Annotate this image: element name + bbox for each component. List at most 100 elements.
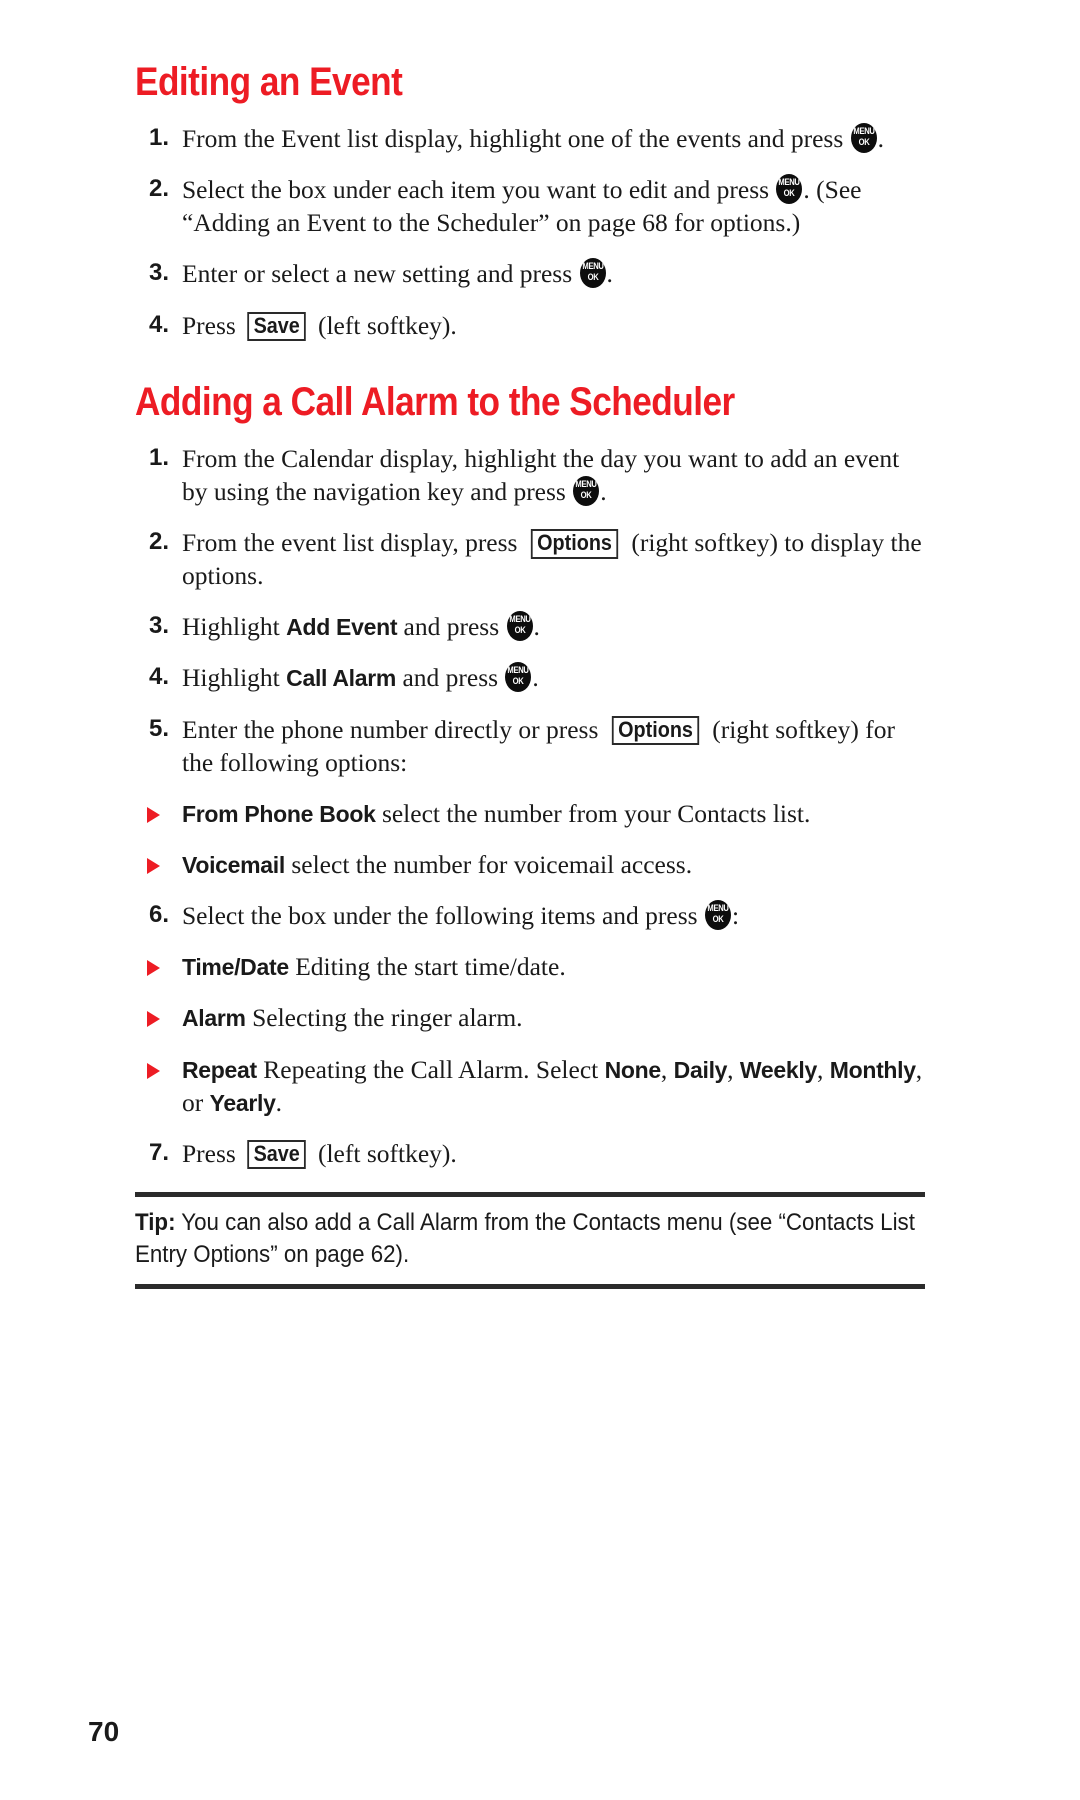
step-item: 1. From the Calendar display, highlight t… xyxy=(135,442,925,508)
step-number: 2. xyxy=(149,175,170,203)
body-text: , xyxy=(660,1054,674,1084)
bullet-item: Alarm Selecting the ringer alarm. xyxy=(135,1001,925,1034)
step-text: From the Event list display, highlight o… xyxy=(182,123,884,153)
body-text: . xyxy=(877,124,884,153)
ui-term: Add Event xyxy=(286,614,398,641)
menu-ok-key-icon: MENU OK xyxy=(776,174,803,205)
menu-ok-key-icon: MENU OK xyxy=(850,123,877,153)
menu-ok-key-line1: MENU xyxy=(581,261,604,272)
body-text: From the Event list display, highlight o… xyxy=(182,124,850,153)
menu-ok-key-line2: OK xyxy=(587,272,598,283)
bullet-list-phone-number-options: From Phone Book select the number from y… xyxy=(135,797,925,881)
body-text: and press xyxy=(397,612,506,642)
step-number: 4. xyxy=(149,663,170,691)
softkey-save-button[interactable]: Save xyxy=(247,1139,307,1170)
menu-ok-key-line2: OK xyxy=(514,625,525,636)
tip-bottom-rule xyxy=(135,1283,925,1289)
step-number: 3. xyxy=(149,612,170,640)
steps-list-step-seven: 7. Press Save (left softkey). xyxy=(135,1137,925,1170)
step-number: 5. xyxy=(149,714,170,742)
bullet-text: From Phone Book select the number from y… xyxy=(182,799,810,828)
triangle-right-icon xyxy=(147,1011,160,1028)
tip-body: Tip: You can also add a Call Alarm from … xyxy=(135,1197,921,1274)
step-text: From the event list display, press Optio… xyxy=(182,528,922,590)
step-number: 7. xyxy=(149,1138,170,1166)
softkey-save-button[interactable]: Save xyxy=(247,311,307,342)
body-text: , xyxy=(816,1054,830,1084)
step-item: 3. Highlight Add Event and press MENU OK. xyxy=(135,610,925,643)
menu-ok-key-line1: MENU xyxy=(575,478,598,489)
ui-term: Alarm xyxy=(182,1005,246,1032)
softkey-options-button[interactable]: Options xyxy=(530,528,619,559)
bullet-item: Repeat Repeating the Call Alarm. Select … xyxy=(135,1053,925,1119)
steps-list-adding-call-alarm: 1. From the Calendar display, highlight t… xyxy=(135,442,925,779)
menu-ok-key-line1: MENU xyxy=(707,903,729,914)
body-text: (left softkey). xyxy=(311,1138,457,1168)
step-number: 4. xyxy=(149,310,170,338)
ui-term: Repeat xyxy=(182,1056,257,1083)
ui-term: Call Alarm xyxy=(286,665,397,692)
ui-term: Daily xyxy=(673,1056,728,1083)
manual-page: Editing an Event 1. From the Event list d… xyxy=(0,0,1080,1800)
bullet-item: From Phone Book select the number from y… xyxy=(135,797,925,830)
body-text: Press xyxy=(182,1138,243,1168)
menu-ok-key-line2: OK xyxy=(712,914,724,925)
menu-ok-key-line1: MENU xyxy=(778,177,801,188)
body-text: select the number from your Contacts lis… xyxy=(375,798,811,828)
ui-term: Yearly xyxy=(209,1089,276,1116)
menu-ok-key-line2: OK xyxy=(513,676,524,687)
softkey-options-button[interactable]: Options xyxy=(611,715,700,746)
body-text: select the number for voicemail access. xyxy=(284,849,693,879)
menu-ok-key-icon: MENU OK xyxy=(704,900,731,931)
step-number: 3. xyxy=(149,259,170,287)
step-text: Enter or select a new setting and press … xyxy=(182,258,613,289)
ui-term: Monthly xyxy=(829,1056,916,1083)
page-title-adding-call-alarm: Adding a Call Alarm to the Scheduler xyxy=(135,379,735,424)
page-content: Editing an Event 1. From the Event list d… xyxy=(135,62,925,1289)
ui-term: Weekly xyxy=(739,1056,817,1083)
body-text: (left softkey). xyxy=(311,310,457,340)
menu-ok-key-line2: OK xyxy=(784,188,795,199)
step-text: Press Save (left softkey). xyxy=(182,310,457,342)
step-number: 6. xyxy=(149,901,170,929)
ui-term: From Phone Book xyxy=(182,800,376,827)
triangle-right-icon xyxy=(147,806,160,823)
tip-callout: Tip: You can also add a Call Alarm from … xyxy=(135,1191,925,1289)
step-item: 6. Select the box under the following ite… xyxy=(135,899,925,932)
bullet-text: Alarm Selecting the ringer alarm. xyxy=(182,1003,523,1032)
body-text: From the event list display, press xyxy=(182,527,524,557)
body-text: Select the box under the following items… xyxy=(182,901,704,931)
step-item: 3. Enter or select a new setting and pres… xyxy=(135,257,925,290)
body-text: Enter the phone number directly or press xyxy=(182,714,605,744)
body-text: , xyxy=(727,1054,740,1084)
body-text: Repeating the Call Alarm. Select xyxy=(256,1054,605,1084)
menu-ok-key-icon: MENU OK xyxy=(505,662,532,693)
step-number: 1. xyxy=(149,124,170,151)
body-text: Highlight xyxy=(182,612,287,642)
step-item: 1. From the Event list display, highlight… xyxy=(135,122,925,155)
step-item: 2. Select the box under each item you wan… xyxy=(135,173,925,239)
body-text: Editing the start time/date. xyxy=(288,952,566,982)
page-number: 70 xyxy=(88,1716,120,1747)
body-text: Select the box under each item you want … xyxy=(182,175,776,205)
triangle-right-icon xyxy=(147,960,160,977)
body-text: From the Calendar display, highlight the… xyxy=(182,443,900,506)
page-title-editing-an-event: Editing an Event xyxy=(135,60,403,104)
body-text: . xyxy=(600,476,607,506)
ui-term: None xyxy=(604,1056,662,1083)
body-text: . xyxy=(275,1087,282,1117)
menu-ok-key-line1: MENU xyxy=(853,126,875,136)
step-text: Enter the phone number directly or press… xyxy=(182,715,895,777)
body-text: Enter or select a new setting and press xyxy=(182,259,579,289)
ui-term: Time/Date xyxy=(182,954,289,981)
body-text: Selecting the ringer alarm. xyxy=(245,1003,523,1033)
menu-ok-key-icon: MENU OK xyxy=(579,258,606,289)
step-item: 4. Highlight Call Alarm and press MENU OK. xyxy=(135,661,925,694)
tip-text: You can also add a Call Alarm from the C… xyxy=(135,1208,915,1269)
body-text: and press xyxy=(396,663,505,693)
menu-ok-key-icon: MENU OK xyxy=(506,611,533,642)
step-number: 1. xyxy=(149,443,170,471)
body-text: Highlight xyxy=(182,663,287,693)
bullet-list-item-settings: Time/Date Editing the start time/date. Al… xyxy=(135,950,925,1119)
body-text: . xyxy=(606,259,613,289)
